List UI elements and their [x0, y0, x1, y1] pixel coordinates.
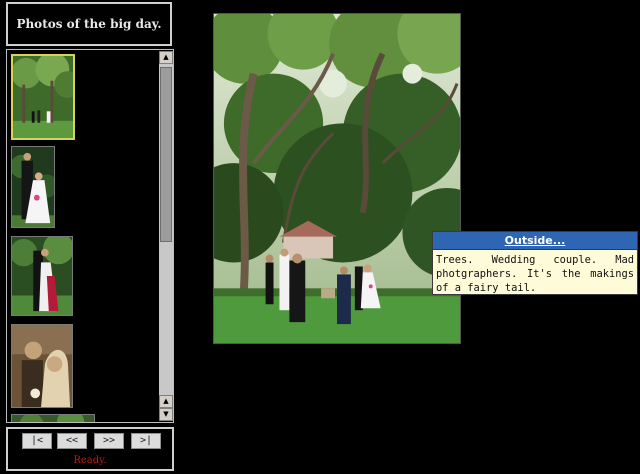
status-text: Ready.	[73, 455, 107, 466]
thumbnail-3-image	[12, 237, 72, 315]
caption-title[interactable]: Outside...	[505, 234, 566, 247]
navigation-panel: |< << >> >| Ready.	[6, 427, 174, 471]
arrow-up-icon[interactable]: ▲	[159, 51, 173, 64]
previous-button[interactable]: <<	[57, 433, 87, 449]
last-button[interactable]: >|	[131, 433, 161, 449]
thumbnail-scrollbar[interactable]: ▲ ▲ ▼	[159, 51, 173, 421]
thumbnail-1-image	[13, 56, 73, 138]
thumbnail-2[interactable]	[11, 146, 55, 228]
caption-header: Outside...	[433, 232, 637, 250]
thumbnail-list[interactable]: ▲ ▲ ▼	[6, 49, 174, 423]
caption-text: Trees. Wedding couple. Mad photgraphers.…	[436, 254, 634, 294]
main-photo-image	[214, 14, 460, 343]
thumbnail-1[interactable]	[11, 54, 75, 140]
thumbnail-3[interactable]	[11, 236, 73, 316]
scrollbar-thumb[interactable]	[160, 67, 172, 242]
thumbnail-5-image	[12, 415, 94, 422]
thumbnail-5[interactable]	[11, 414, 95, 422]
gallery-title-panel: Photos of the big day.	[6, 2, 172, 46]
caption-popup: Outside... Trees. Wedding couple. Mad ph…	[432, 231, 638, 295]
thumbnail-2-image	[12, 147, 54, 227]
thumbnail-4[interactable]	[11, 324, 73, 408]
main-photo[interactable]	[213, 13, 461, 344]
thumbnail-4-image	[12, 325, 72, 407]
next-button[interactable]: >>	[94, 433, 124, 449]
arrow-up-icon[interactable]: ▲	[159, 395, 173, 408]
arrow-down-icon[interactable]: ▼	[159, 408, 173, 421]
first-button[interactable]: |<	[22, 433, 52, 449]
gallery-title: Photos of the big day.	[16, 17, 162, 31]
